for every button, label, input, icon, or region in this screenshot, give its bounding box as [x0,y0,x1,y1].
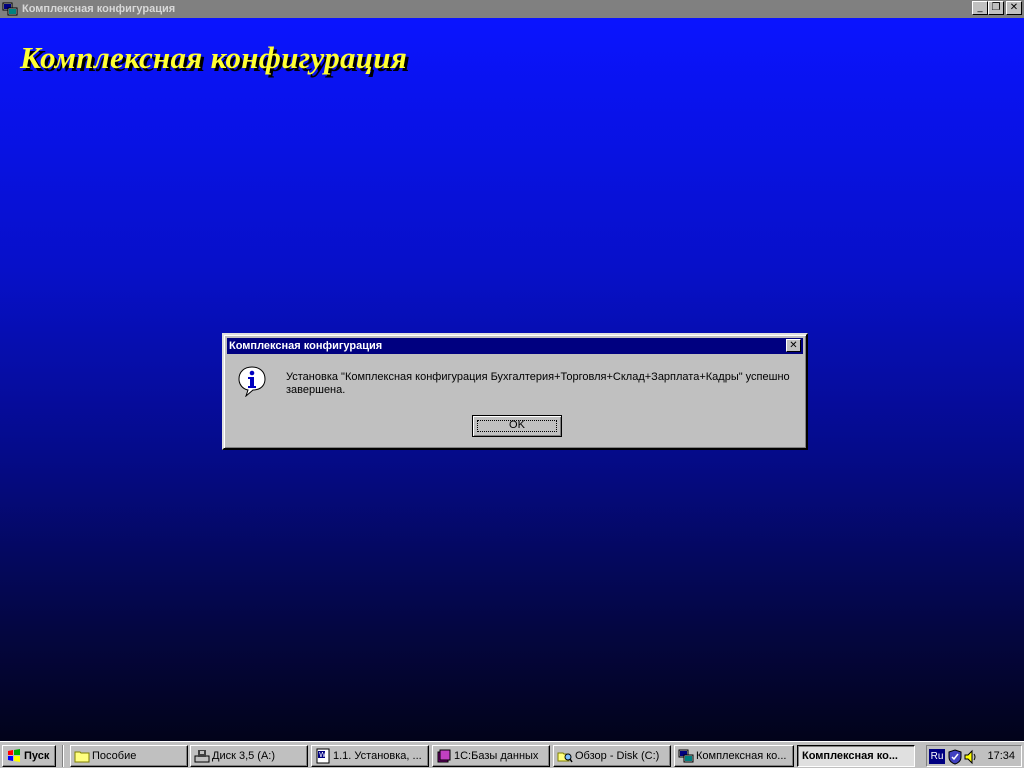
language-indicator[interactable]: Ru [929,749,945,764]
ok-button-label: OK [509,419,525,431]
dialog-titlebar[interactable]: Комплексная конфигурация ✕ [227,338,803,354]
explorer-icon [557,752,573,763]
restore-button[interactable]: ❐ [988,1,1004,15]
taskbar: Пуск Пособие Диск 3,5 (A:) W 1.1. Устано… [0,741,1024,768]
window-controls: _ ❐ ✕ [972,1,1022,15]
taskbar-item-label: Пособие [92,750,137,762]
windows-logo-icon [8,749,20,762]
window-title: Комплексная конфигурация [22,3,176,15]
taskbar-item-label: 1.1. Установка, ... [333,750,422,762]
taskbar-item-floppy[interactable]: Диск 3,5 (A:) [190,745,308,767]
taskbar-item-1c-databases[interactable]: 1С:Базы данных [432,745,550,767]
start-label: Пуск [24,750,50,762]
svg-text:W: W [319,751,326,759]
taskbar-item-config-1[interactable]: Комплексная ко... [674,745,794,767]
taskbar-item-explorer[interactable]: Обзор - Disk (C:) [553,745,671,767]
information-icon [238,366,266,397]
app-config-icon [678,749,694,763]
page-title: Комплексная конфигурация [20,40,408,75]
speaker-icon[interactable] [963,749,979,765]
start-button[interactable]: Пуск [2,745,56,767]
dialog-message: Установка "Комплексная конфигурация Бухг… [286,371,790,396]
taskbar-item-word-doc[interactable]: W 1.1. Установка, ... [311,745,429,767]
taskbar-item-label: Обзор - Disk (C:) [575,750,660,762]
message-dialog: Комплексная конфигурация ✕ Установка "Ко… [222,333,808,450]
taskbar-item-posobie[interactable]: Пособие [70,745,188,767]
shield-icon[interactable] [947,749,963,765]
folder-icon [74,751,90,763]
taskbar-item-label: Комплексная ко... [696,750,787,762]
word-document-icon: W [316,748,330,764]
taskbar-item-label: Комплексная ко... [802,750,898,762]
ok-button[interactable]: OK [472,415,562,437]
taskbar-separator [62,745,64,767]
minimize-button[interactable]: _ [972,1,988,15]
system-tray: Ru 17:34 [926,745,1022,767]
database-books-icon [437,749,451,763]
dialog-title: Комплексная конфигурация [229,340,383,352]
app-config-icon [2,2,18,16]
taskbar-item-label: 1С:Базы данных [454,750,539,762]
floppy-drive-icon [194,750,210,763]
window-titlebar[interactable]: Комплексная конфигурация _ ❐ ✕ [0,0,1024,18]
taskbar-item-label: Диск 3,5 (A:) [212,750,276,762]
dialog-close-button[interactable]: ✕ [786,339,801,352]
clock[interactable]: 17:34 [987,750,1015,762]
close-button[interactable]: ✕ [1006,1,1022,15]
taskbar-item-config-2-active[interactable]: Комплексная ко... [797,745,915,767]
